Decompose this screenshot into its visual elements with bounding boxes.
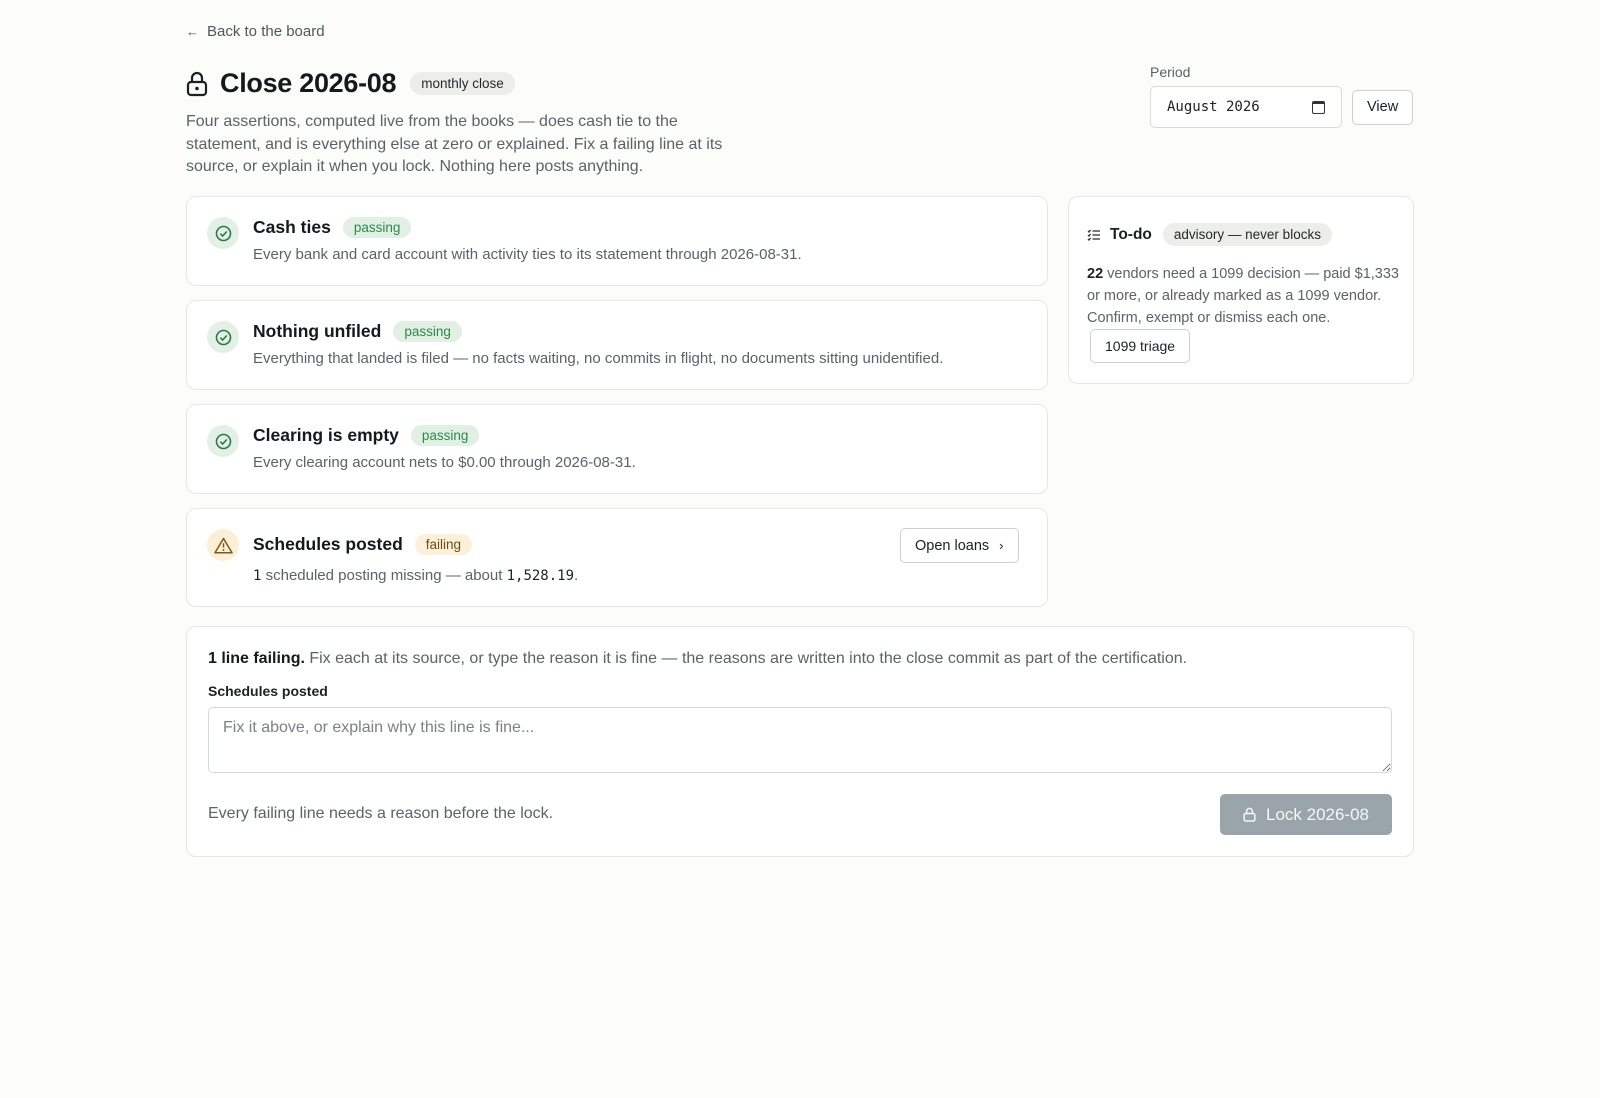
check-card-cash-ties: Cash ties passing Every bank and card ac…: [186, 196, 1048, 286]
check-description: Every clearing account nets to $0.00 thr…: [253, 454, 636, 471]
check-card-schedules-posted: Schedules posted failing 1 scheduled pos…: [186, 508, 1048, 607]
1099-triage-button[interactable]: 1099 triage: [1090, 329, 1191, 363]
check-card-nothing-unfiled: Nothing unfiled passing Everything that …: [186, 300, 1048, 390]
lock-button[interactable]: Lock 2026-08: [1220, 794, 1392, 835]
description-text: scheduled posting missing — about: [261, 567, 507, 584]
page-intro: Four assertions, computed live from the …: [186, 113, 723, 175]
reason-textarea[interactable]: [208, 707, 1392, 773]
lock-icon: [1243, 807, 1256, 822]
calendar-icon[interactable]: [1312, 100, 1325, 114]
period-picker: Period August 2026 View: [1150, 64, 1414, 128]
period-label: Period: [1150, 64, 1191, 80]
open-loans-label: Open loans: [915, 537, 990, 554]
check-circle-icon: [207, 217, 239, 249]
back-label: Back to the board: [207, 23, 325, 40]
check-description: Every bank and card account with activit…: [253, 246, 802, 263]
page-title: Close 2026-08: [220, 68, 397, 98]
lock-button-label: Lock 2026-08: [1265, 804, 1370, 824]
todo-description: vendors need a 1099 decision — paid $1,3…: [1087, 266, 1399, 326]
check-title: Nothing unfiled: [253, 321, 382, 341]
close-type-badge: monthly close: [410, 72, 515, 95]
back-link[interactable]: ← Back to the board: [186, 23, 325, 40]
check-title: Clearing is empty: [253, 425, 399, 445]
status-badge: failing: [414, 534, 473, 555]
failing-summary: 1 line failing. Fix each at its source, …: [208, 650, 1187, 668]
todo-panel: To-do advisory — never blocks 22 vendors…: [1068, 196, 1414, 384]
check-title: Schedules posted: [253, 534, 403, 554]
open-loans-button[interactable]: Open loans ›: [900, 528, 1019, 563]
page-header: Close 2026-08 monthly close: [186, 68, 515, 99]
lock-hint: Every failing line needs a reason before…: [208, 805, 554, 822]
chevron-right-icon: ›: [999, 538, 1004, 553]
reason-field-label: Schedules posted: [208, 683, 328, 699]
check-card-clearing-empty: Clearing is empty passing Every clearing…: [186, 404, 1048, 494]
check-circle-icon: [207, 321, 239, 353]
status-badge: passing: [393, 321, 462, 342]
todo-title: To-do: [1110, 225, 1152, 243]
check-description: Everything that landed is filed — no fac…: [253, 350, 944, 367]
check-circle-icon: [207, 425, 239, 457]
vendor-count: 22: [1087, 266, 1104, 282]
view-button[interactable]: View: [1352, 89, 1414, 125]
arrow-left-icon: ←: [186, 24, 199, 39]
lock-panel: 1 line failing. Fix each at its source, …: [186, 626, 1414, 857]
checklist-icon: [1087, 229, 1100, 241]
period-month-input[interactable]: August 2026: [1150, 86, 1342, 128]
todo-text: 22 vendors need a 1099 decision — paid $…: [1087, 263, 1402, 363]
description-end: .: [574, 567, 579, 584]
failing-instructions: Fix each at its source, or type the reas…: [304, 650, 1188, 667]
check-title: Cash ties: [253, 217, 331, 237]
advisory-badge: advisory — never blocks: [1162, 223, 1332, 246]
status-badge: passing: [342, 217, 412, 238]
lock-icon: [186, 71, 208, 96]
warning-triangle-icon: [207, 529, 239, 561]
period-value: August 2026: [1167, 99, 1260, 115]
failing-count: 1 line failing.: [208, 650, 305, 667]
check-description: 1 scheduled posting missing — about 1,52…: [253, 567, 578, 584]
status-badge: passing: [410, 425, 480, 446]
missing-amount: 1,528.19: [506, 568, 575, 584]
